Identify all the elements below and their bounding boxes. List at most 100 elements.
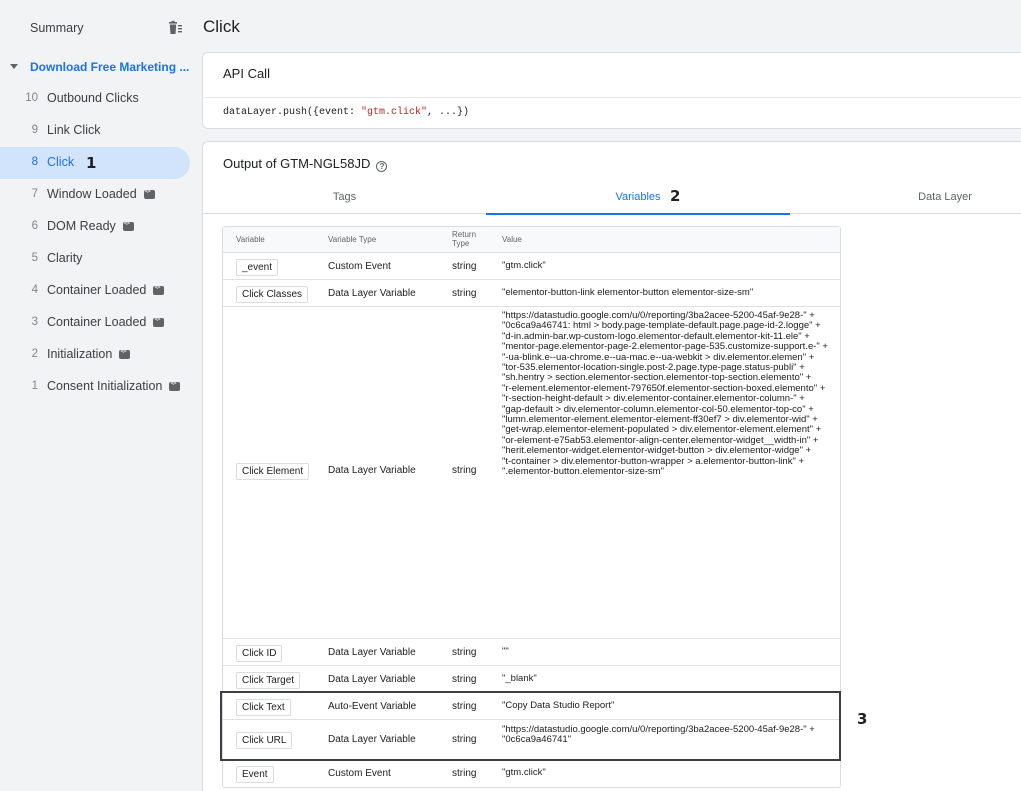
sidebar-event-item[interactable]: 9 Link Click: [0, 115, 190, 147]
clear-messages-icon[interactable]: [165, 19, 183, 37]
output-card: Output of GTM-NGL58JD? Tags Variables Da…: [202, 141, 1021, 791]
table-row: Event Custom Event string "gtm.click": [223, 760, 840, 787]
sidebar-event-item[interactable]: 6 DOM Ready: [0, 211, 190, 243]
sidebar-event-item[interactable]: 2 Initialization: [0, 339, 190, 371]
event-name: Initialization: [47, 347, 131, 361]
event-number: 9: [31, 124, 38, 136]
event-name: Clarity: [47, 251, 82, 265]
tab-data-layer[interactable]: Data Layer: [790, 182, 1021, 214]
return-type-cell: string: [452, 734, 477, 745]
return-type-cell: string: [452, 465, 477, 476]
code-icon: [153, 316, 165, 327]
sidebar-event-item[interactable]: 4 Container Loaded: [0, 275, 190, 307]
return-type-cell: string: [452, 288, 477, 299]
event-name: Outbound Clicks: [47, 91, 139, 105]
summary-label: Summary: [30, 21, 84, 35]
variable-name-cell: _event: [236, 257, 279, 276]
sidebar-event-item[interactable]: 5 Clarity: [0, 243, 190, 275]
code-string: "gtm.click": [361, 107, 428, 118]
container-row[interactable]: Download Free Marketing ...: [0, 56, 202, 78]
event-number: 3: [31, 316, 38, 328]
sidebar-event-item[interactable]: 10 Outbound Clicks: [0, 83, 190, 115]
event-name-text: Container Loaded: [47, 283, 147, 297]
table-row: Click ID Data Layer Variable string "": [223, 639, 840, 666]
variables-table: Variable Variable Type Return Type Value…: [222, 226, 841, 788]
event-number: 6: [31, 220, 38, 232]
event-name: Click: [47, 155, 74, 169]
event-name: DOM Ready: [47, 219, 134, 233]
variable-name-chip[interactable]: Click Classes: [236, 286, 309, 303]
event-name-text: Link Click: [47, 123, 101, 137]
event-list: 10 Outbound Clicks 9 Link Click 8 Click 1 7 Wind…: [0, 83, 202, 403]
expand-triangle-icon[interactable]: [10, 64, 18, 69]
event-name-text: Clarity: [47, 251, 83, 265]
variable-name-cell: Click ID: [236, 643, 283, 662]
code-icon: [122, 220, 134, 231]
table-row: Click URL Data Layer Variable string "https…: [223, 720, 840, 760]
variable-name-cell: Click Element: [236, 461, 310, 480]
return-type-cell: string: [452, 647, 477, 658]
variable-name-chip[interactable]: _event: [236, 259, 279, 276]
return-type-cell: string: [452, 674, 477, 685]
tab-variables[interactable]: Variables: [486, 182, 790, 215]
variable-name-chip[interactable]: Event: [236, 766, 274, 783]
header-variable: Variable: [236, 235, 265, 244]
variable-name-cell: Click Classes: [236, 284, 309, 303]
value-cell: "https://datastudio.google.com/u/0/repor…: [502, 724, 815, 746]
code-prefix: dataLayer.push({event:: [223, 107, 362, 118]
table-row: Click Element Data Layer Variable string "h…: [223, 307, 840, 639]
code-icon: [119, 348, 131, 359]
event-name-text: Window Loaded: [47, 187, 137, 201]
variable-type-cell: Data Layer Variable: [328, 674, 416, 685]
variable-name-cell: Event: [236, 764, 274, 783]
table-row: Click Text Auto-Event Variable string "Copy…: [223, 693, 840, 720]
sidebar-event-item[interactable]: 7 Window Loaded: [0, 179, 190, 211]
output-title-text: Output of GTM-NGL58JD: [223, 156, 371, 171]
value-cell: "": [502, 646, 509, 657]
annotation-1: 1: [86, 154, 97, 172]
variable-name-chip[interactable]: Click Element: [236, 463, 310, 480]
variable-name-cell: Click Target: [236, 670, 301, 689]
event-number: 8: [31, 156, 38, 168]
table-header: Variable Variable Type Return Type Value: [223, 227, 840, 253]
variable-type-cell: Data Layer Variable: [328, 465, 416, 476]
event-name-text: Click: [47, 155, 75, 169]
event-number: 2: [31, 348, 38, 360]
event-number: 10: [25, 92, 38, 104]
table-row: Click Target Data Layer Variable string "_b…: [223, 666, 840, 693]
divider: [203, 97, 1021, 98]
event-name-text: Outbound Clicks: [47, 91, 139, 105]
return-type-cell: string: [452, 701, 477, 712]
summary-row[interactable]: Summary: [0, 0, 202, 56]
code-suffix: , ...}): [427, 107, 470, 118]
tab-tags[interactable]: Tags: [203, 182, 486, 214]
help-icon[interactable]: ?: [376, 161, 388, 172]
event-name-text: DOM Ready: [47, 219, 116, 233]
output-tabs: Tags Variables Data Layer: [203, 182, 1021, 215]
table-row: Click Classes Data Layer Variable string "e…: [223, 280, 840, 307]
variable-name-chip[interactable]: Click ID: [236, 645, 283, 662]
sidebar-event-item[interactable]: 1 Consent Initialization: [0, 371, 190, 403]
event-name: Container Loaded: [47, 283, 165, 297]
annotation-2: 2: [670, 187, 681, 205]
variable-type-cell: Data Layer Variable: [328, 647, 416, 658]
variable-type-cell: Data Layer Variable: [328, 288, 416, 299]
container-label: Download Free Marketing ...: [30, 60, 190, 74]
header-value: Value: [502, 235, 522, 244]
variable-name-cell: Click Text: [236, 697, 291, 716]
sidebar-event-item[interactable]: 3 Container Loaded: [0, 307, 190, 339]
output-title: Output of GTM-NGL58JD?: [223, 156, 388, 172]
page-title: Click: [203, 17, 240, 36]
api-call-title: API Call: [223, 66, 270, 81]
sidebar-event-item[interactable]: 8 Click 1: [0, 147, 190, 179]
code-icon: [153, 284, 165, 295]
event-number: 7: [31, 188, 38, 200]
variable-name-chip[interactable]: Click Target: [236, 672, 301, 689]
event-name: Container Loaded: [47, 315, 165, 329]
value-cell: "elementor-button-link elementor-button …: [502, 287, 754, 298]
header-return-type: Return Type: [452, 230, 477, 248]
value-cell: "_blank": [502, 673, 537, 684]
event-number: 5: [31, 252, 38, 264]
variable-name-chip[interactable]: Click Text: [236, 699, 291, 716]
variable-name-chip[interactable]: Click URL: [236, 732, 293, 749]
